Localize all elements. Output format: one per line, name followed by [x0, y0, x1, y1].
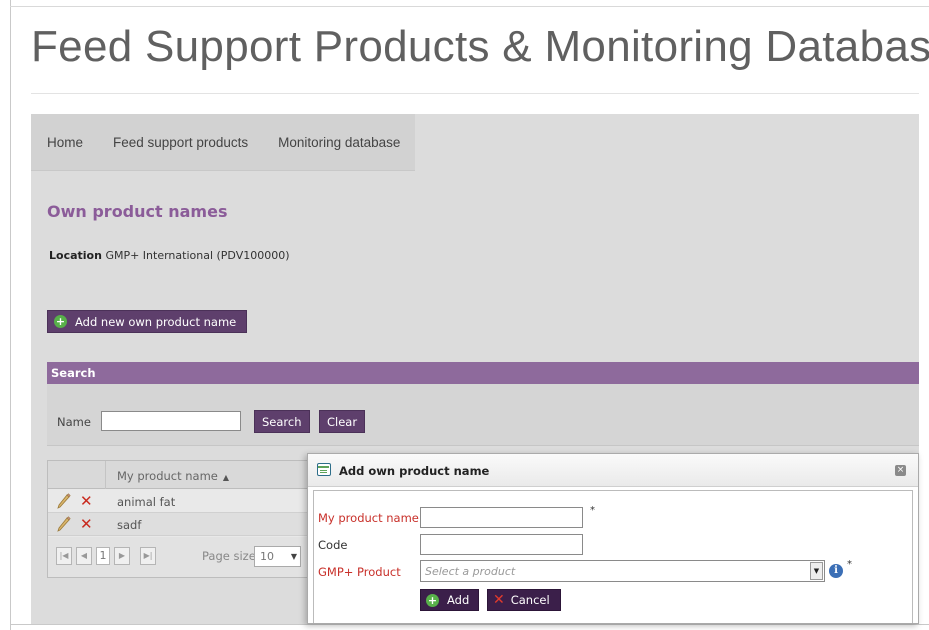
info-icon[interactable]: i	[829, 564, 843, 578]
product-names-grid: My product name ▲ ✕ animal fat ✕ sadf |◀ …	[47, 460, 347, 578]
cancel-button[interactable]: ✕ Cancel	[487, 589, 561, 611]
dialog-body: My product name * Code GMP+ Product Sele…	[313, 490, 913, 623]
sort-ascending-icon: ▲	[222, 473, 230, 482]
close-icon[interactable]: ×	[895, 465, 906, 476]
row-product-name: sadf	[117, 518, 142, 532]
gmp-product-placeholder: Select a product	[425, 565, 516, 578]
nav-item-monitoring-database[interactable]: Monitoring database	[263, 114, 415, 170]
cancel-button-label: Cancel	[510, 593, 550, 607]
search-name-label: Name	[57, 415, 91, 429]
next-page-icon[interactable]: ▶	[114, 547, 130, 565]
window-frame-top	[10, 6, 929, 7]
clear-button[interactable]: Clear	[319, 410, 366, 433]
search-name-input[interactable]	[101, 411, 241, 431]
title-divider	[31, 93, 919, 94]
page-heading: Own product names	[47, 202, 228, 221]
add-own-product-name-dialog: Add own product name × My product name *…	[307, 453, 919, 624]
row-product-name: animal fat	[117, 495, 176, 509]
add-button-label: Add	[447, 593, 470, 607]
dialog-titlebar[interactable]: Add own product name ×	[308, 454, 918, 487]
page-size-select[interactable]: 10 ▼	[254, 546, 301, 567]
location-label: Location	[49, 249, 102, 262]
location-line: Location GMP+ International (PDV100000)	[49, 249, 290, 262]
previous-page-icon[interactable]: ◀	[76, 547, 92, 565]
window-frame-left	[10, 0, 11, 630]
column-header-my-product-name[interactable]: My product name ▲	[117, 469, 229, 483]
table-row: ✕ animal fat	[48, 490, 346, 513]
window-frame-bottom	[10, 624, 929, 625]
nav-item-home[interactable]: Home	[31, 114, 98, 170]
gmp-product-select[interactable]: Select a product	[420, 560, 825, 582]
search-panel-header: Search	[47, 362, 919, 384]
nav-item-feed-support-products[interactable]: Feed support products	[98, 114, 263, 170]
dialog-title: Add own product name	[339, 464, 490, 478]
add-button[interactable]: + Add	[420, 589, 480, 611]
code-label: Code	[318, 538, 348, 552]
delete-icon[interactable]: ✕	[80, 492, 93, 510]
last-page-icon[interactable]: ▶|	[140, 547, 156, 565]
chevron-down-icon: ▼	[290, 552, 297, 561]
search-panel: Name Search Clear	[47, 384, 919, 446]
delete-icon[interactable]: ✕	[80, 515, 93, 533]
grid-header: My product name ▲	[48, 461, 346, 489]
site-title: Feed Support Products & Monitoring Datab…	[31, 22, 929, 71]
gmp-product-label: GMP+ Product	[318, 565, 401, 579]
grid-actions-column-header	[48, 461, 106, 489]
add-new-button-label: Add new own product name	[75, 314, 237, 329]
my-product-name-input[interactable]	[420, 507, 583, 528]
table-row: ✕ sadf	[48, 513, 346, 536]
chevron-down-icon[interactable]: ▼	[810, 562, 823, 580]
main-nav: Home Feed support products Monitoring da…	[31, 114, 416, 171]
required-marker: *	[590, 505, 595, 516]
my-product-name-label: My product name	[318, 511, 419, 525]
current-page-number[interactable]: 1	[96, 547, 110, 565]
plus-icon: +	[54, 315, 67, 328]
edit-pencil-icon[interactable]	[57, 493, 71, 509]
search-button[interactable]: Search	[254, 410, 310, 433]
column-header-label: My product name	[117, 469, 218, 483]
required-marker: *	[847, 559, 852, 570]
plus-icon: +	[426, 593, 439, 607]
page-size-label: Page size:	[202, 549, 260, 563]
grid-pager: |◀ ◀ 1 ▶ ▶| Page size: 10 ▼	[48, 537, 346, 577]
edit-pencil-icon[interactable]	[57, 516, 71, 532]
cancel-x-icon: ✕	[493, 592, 505, 608]
page-size-value: 10	[260, 550, 274, 563]
code-input[interactable]	[420, 534, 583, 555]
form-window-icon	[317, 463, 331, 476]
location-value: GMP+ International (PDV100000)	[105, 249, 290, 262]
first-page-icon[interactable]: |◀	[56, 547, 72, 565]
add-new-own-product-name-button[interactable]: + Add new own product name	[47, 310, 248, 333]
